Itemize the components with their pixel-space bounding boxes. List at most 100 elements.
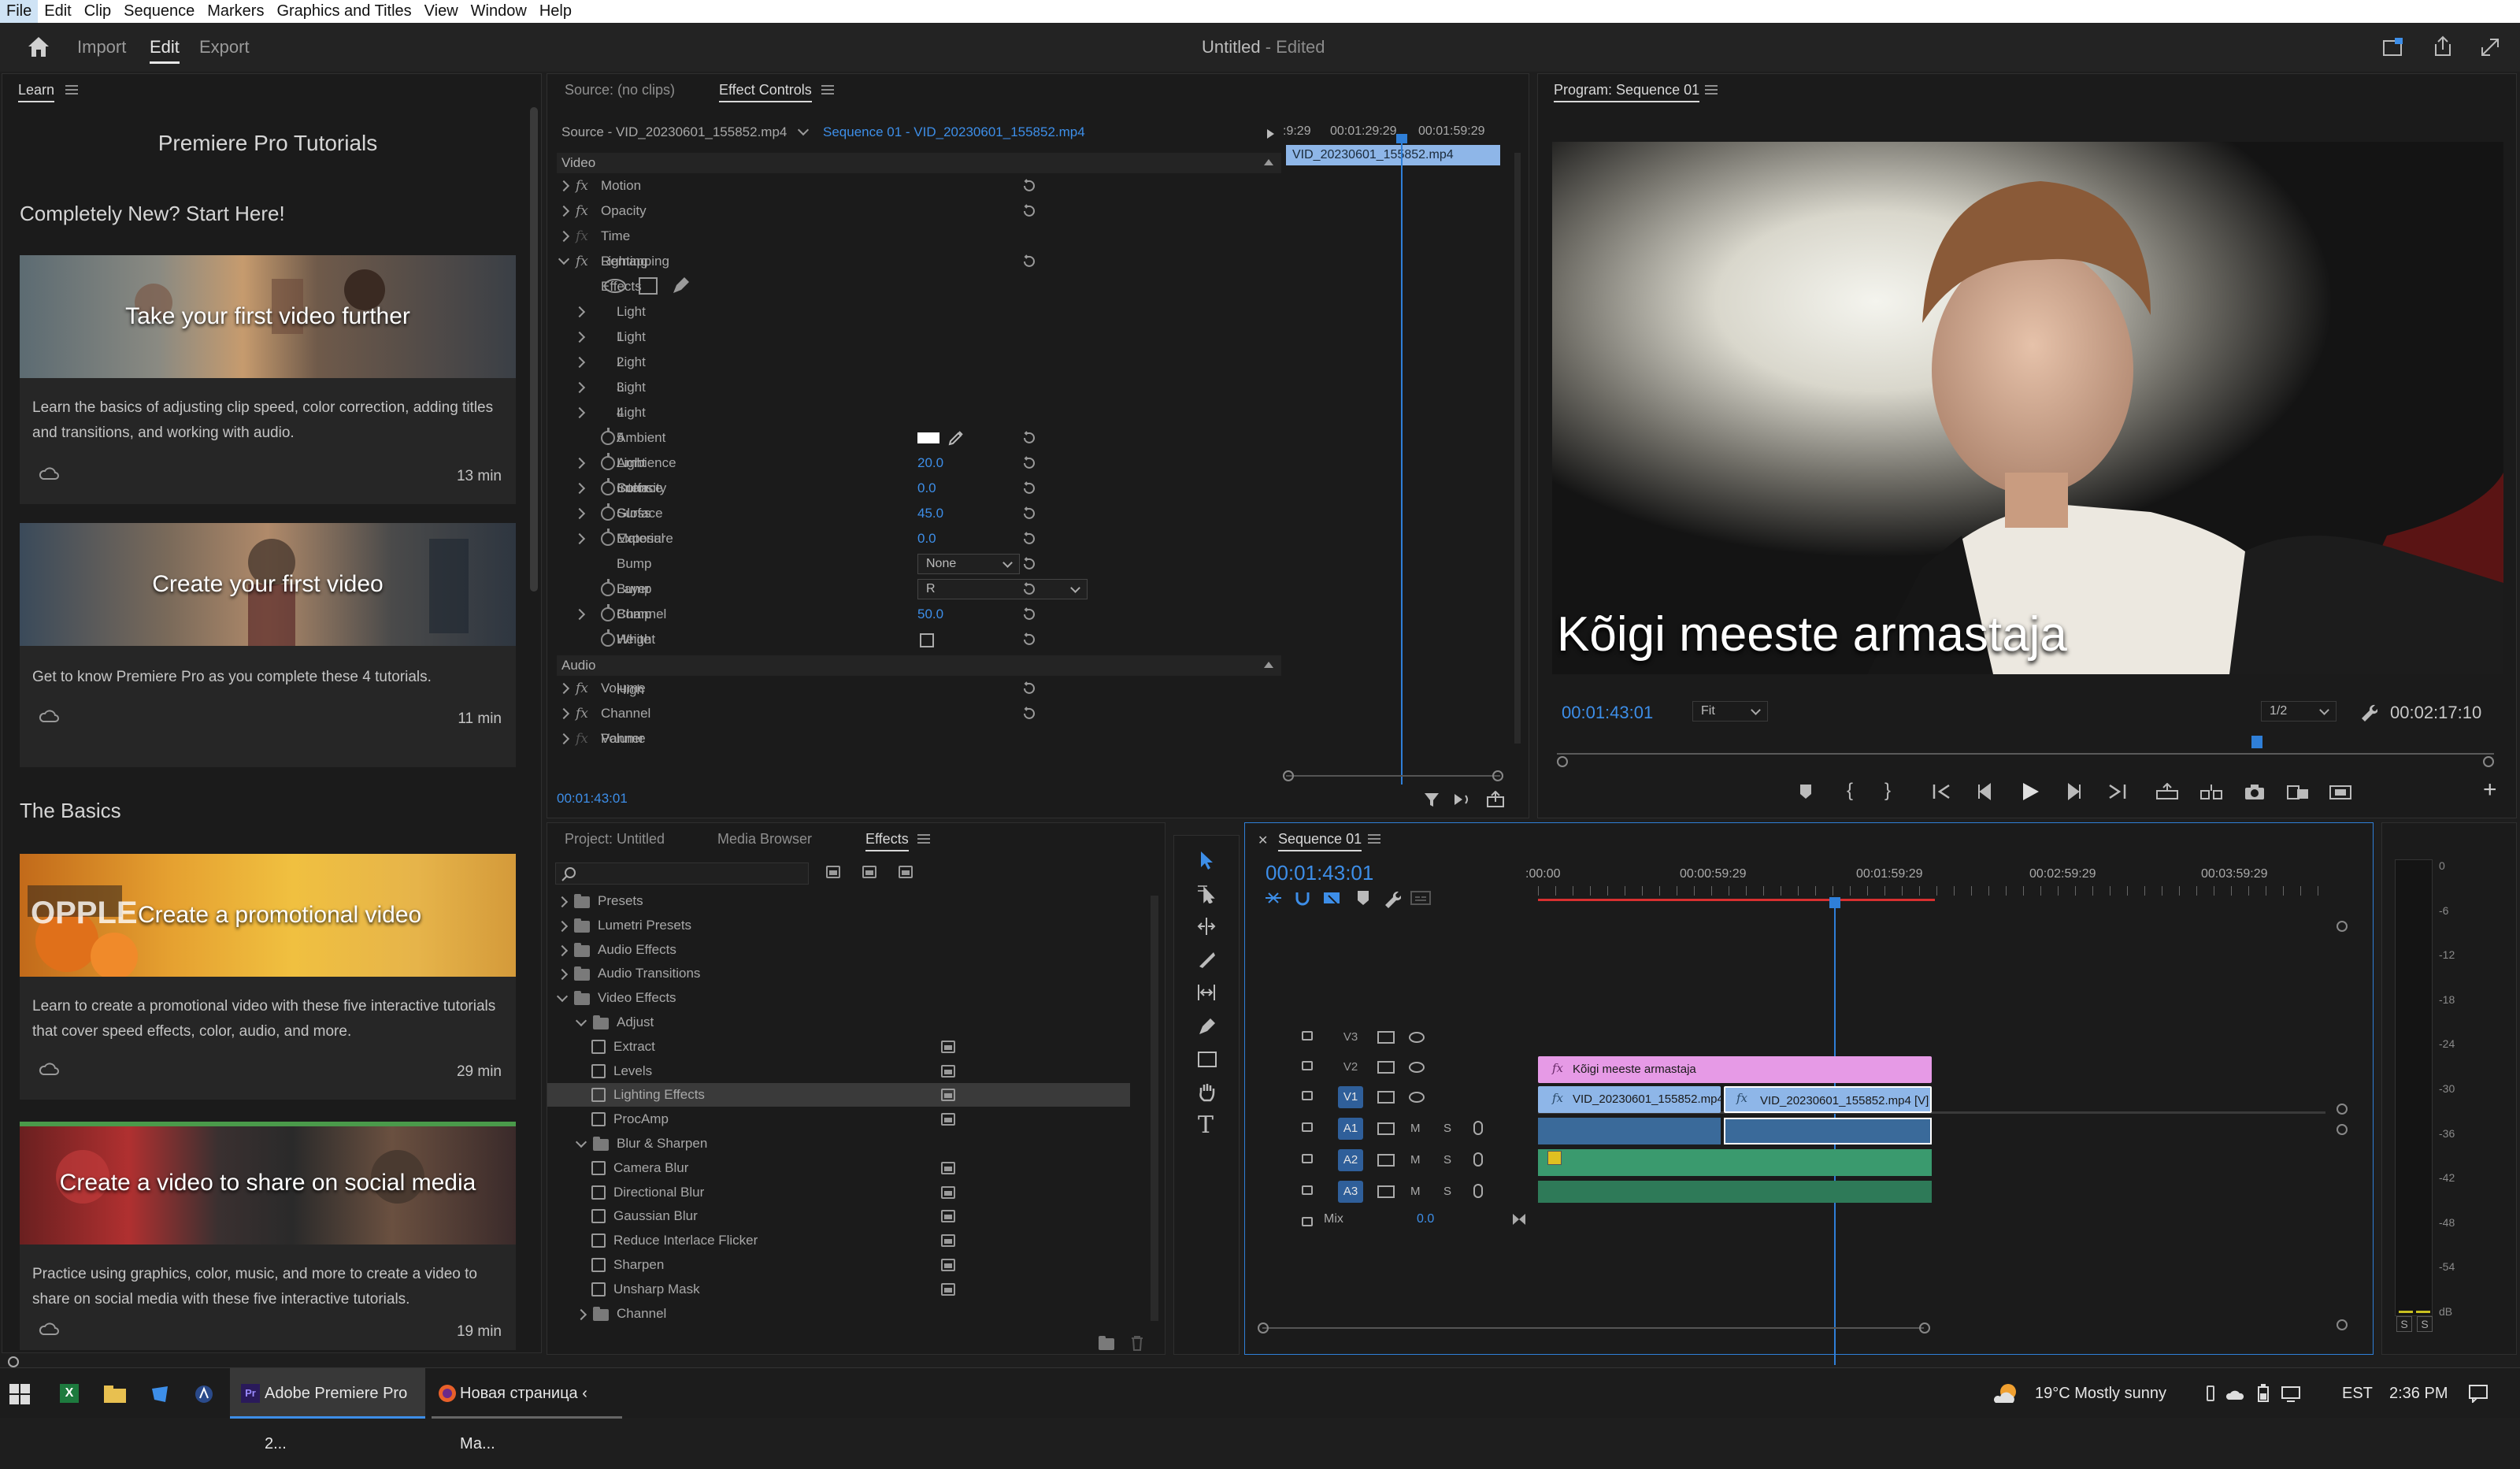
tree-folder-row[interactable]: Video Effects: [547, 986, 1130, 1010]
solo-button[interactable]: S: [1443, 1181, 1451, 1203]
expand-icon[interactable]: [573, 482, 586, 495]
hand-icon[interactable]: [1196, 1081, 1217, 1102]
camera-icon[interactable]: [2244, 783, 2266, 800]
track-select-icon[interactable]: [1196, 883, 1217, 903]
track-label[interactable]: V2: [1338, 1056, 1363, 1078]
bump-channel-select[interactable]: R: [917, 579, 1088, 599]
stopwatch-icon[interactable]: [601, 529, 615, 546]
mark-in-icon[interactable]: {: [1847, 780, 1853, 802]
mute-button[interactable]: M: [1410, 1181, 1421, 1203]
expand-icon[interactable]: [558, 707, 570, 720]
sync-lock-icon[interactable]: [1377, 1061, 1395, 1074]
stopwatch-icon[interactable]: [601, 478, 615, 495]
expand-icon[interactable]: [573, 306, 586, 318]
effects-scrollbar[interactable]: [1151, 896, 1158, 1321]
title-clip[interactable]: Kõigi meeste armastaja: [1538, 1056, 1932, 1083]
expand-icon[interactable]: [556, 896, 569, 908]
menu-window[interactable]: Window: [465, 0, 533, 23]
tab-media-browser[interactable]: Media Browser: [717, 823, 812, 855]
ec-playhead-handle[interactable]: [1396, 134, 1407, 143]
tutorial-card[interactable]: Take your first video further Learn the …: [20, 255, 516, 504]
overwrite-icon[interactable]: [2329, 783, 2352, 800]
zoom-handle-left[interactable]: [1283, 770, 1294, 781]
reset-icon[interactable]: [1021, 506, 1036, 521]
tree-folder-row[interactable]: Adjust: [547, 1011, 1130, 1034]
new-bin-icon[interactable]: [1099, 1336, 1114, 1350]
rectangle-tool-icon[interactable]: [1198, 1052, 1217, 1067]
notifications-icon[interactable]: [2468, 1384, 2488, 1403]
audio-clip[interactable]: [1538, 1181, 1932, 1203]
panel-menu-icon[interactable]: [65, 85, 78, 95]
tutorial-card[interactable]: Create a video to share on social media …: [20, 1122, 516, 1350]
tree-folder-row[interactable]: Blur & Sharpen: [547, 1132, 1130, 1156]
insert-icon[interactable]: [2286, 783, 2310, 800]
razor-icon[interactable]: [1196, 949, 1217, 970]
expand-icon[interactable]: [573, 608, 586, 621]
expand-icon[interactable]: [573, 507, 586, 520]
mix-bowtie-icon[interactable]: [1513, 1214, 1525, 1225]
step-forward-icon[interactable]: [2064, 783, 2083, 800]
tree-effect-row[interactable]: Reduce Interlace Flicker: [547, 1229, 1130, 1252]
audio-clip-selected[interactable]: [1724, 1118, 1932, 1144]
tree-folder-row[interactable]: Audio Transitions: [547, 962, 1130, 985]
sequence-clip-link[interactable]: Sequence 01 - VID_20230601_155852.mp4: [823, 124, 1085, 140]
menu-sequence[interactable]: Sequence: [117, 0, 201, 23]
expand-icon[interactable]: [573, 381, 586, 394]
reset-icon[interactable]: [1021, 557, 1036, 571]
lock-icon[interactable]: [1302, 1061, 1313, 1070]
device-icon[interactable]: [2207, 1386, 2214, 1401]
pen-mask-icon[interactable]: [670, 276, 691, 296]
go-to-in-icon[interactable]: [1932, 783, 1952, 800]
tree-effect-row[interactable]: Extract: [547, 1035, 1130, 1059]
clock[interactable]: 2:36 PM: [2389, 1368, 2448, 1419]
ec-clip-bar[interactable]: VID_20230601_155852.mp4: [1286, 145, 1500, 165]
program-playhead[interactable]: [2251, 736, 2262, 748]
program-scrub-bar[interactable]: [1557, 736, 2494, 767]
excel-icon[interactable]: X: [60, 1384, 79, 1403]
yuv-effects-icon[interactable]: [899, 866, 913, 878]
lock-icon[interactable]: [1302, 1091, 1313, 1100]
reset-icon[interactable]: [1021, 431, 1036, 445]
add-marker-icon[interactable]: [1798, 783, 1814, 800]
tab-source[interactable]: Source: (no clips): [565, 74, 675, 106]
menu-edit[interactable]: Edit: [38, 0, 77, 23]
collapse-audio-icon[interactable]: [1264, 662, 1273, 668]
tab-project[interactable]: Project: Untitled: [565, 823, 665, 855]
reset-icon[interactable]: [1021, 481, 1036, 495]
eye-icon[interactable]: [1409, 1062, 1425, 1073]
solo-button[interactable]: S: [1443, 1118, 1451, 1140]
tree-effect-row[interactable]: Sharpen: [547, 1253, 1130, 1277]
menu-markers[interactable]: Markers: [201, 0, 270, 23]
ripple-edit-icon[interactable]: [1196, 916, 1217, 937]
extract-icon[interactable]: [2199, 783, 2223, 800]
status-bar-icon[interactable]: [5, 1356, 22, 1367]
network-icon[interactable]: [2281, 1386, 2301, 1403]
expand-icon[interactable]: [556, 944, 569, 956]
expand-icon[interactable]: [573, 457, 586, 469]
tab-import[interactable]: Import: [77, 23, 126, 72]
source-clip-dropdown-icon[interactable]: [797, 124, 810, 136]
video-clip-selected[interactable]: VID_20230601_155852.mp4 [V]: [1724, 1086, 1932, 1113]
param-value[interactable]: 45.0: [917, 501, 943, 526]
stopwatch-icon[interactable]: [601, 428, 615, 445]
mark-out-icon[interactable]: }: [1884, 780, 1891, 802]
ellipse-mask-icon[interactable]: [604, 279, 626, 293]
program-timecode[interactable]: 00:01:43:01: [1562, 703, 1653, 723]
pen-tool-icon[interactable]: [1196, 1015, 1217, 1036]
collapse-icon[interactable]: [575, 1136, 587, 1148]
expand-icon[interactable]: [556, 969, 569, 981]
meter-solo-right[interactable]: S: [2417, 1316, 2433, 1332]
tab-program[interactable]: Program: Sequence 01: [1554, 74, 1700, 106]
param-value[interactable]: 0.0: [917, 526, 936, 551]
expand-icon[interactable]: [556, 920, 569, 932]
mic-icon[interactable]: [1473, 1152, 1483, 1167]
timeline-h-scrollbar[interactable]: [1262, 1327, 1924, 1329]
menu-view[interactable]: View: [418, 0, 465, 23]
zoom-handle-right[interactable]: [2483, 756, 2494, 767]
collapse-icon[interactable]: [575, 1015, 587, 1027]
ec-zoom-bar[interactable]: [1286, 775, 1500, 777]
zoom-handle-right[interactable]: [1492, 770, 1503, 781]
reset-icon[interactable]: [1021, 254, 1036, 269]
expand-icon[interactable]: [573, 532, 586, 545]
mute-button[interactable]: M: [1410, 1118, 1421, 1140]
